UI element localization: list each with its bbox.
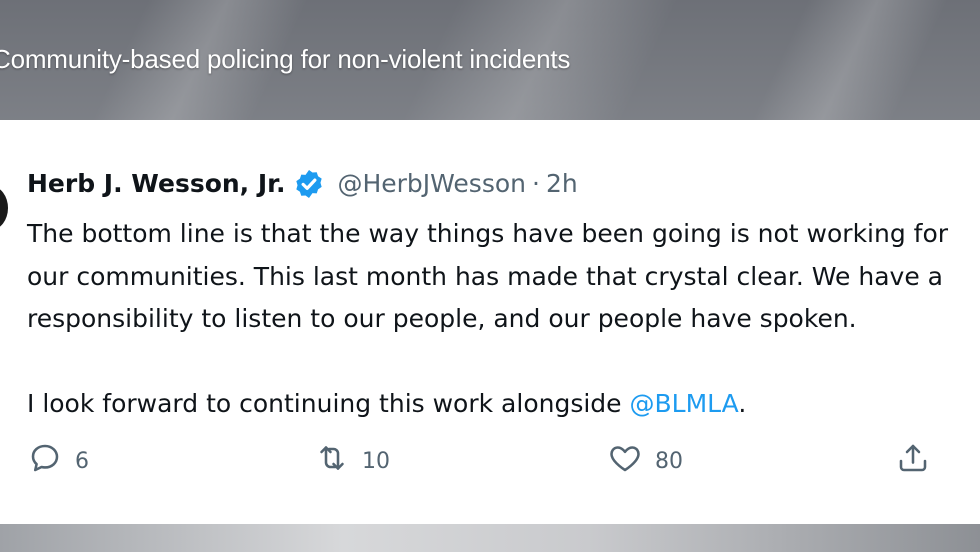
tweet-body: The bottom line is that the way things h… bbox=[27, 213, 980, 426]
tweet-header: Herb J. Wesson, Jr. @HerbJWesson · 2h bbox=[27, 168, 578, 200]
retweet-button[interactable]: 10 bbox=[314, 440, 390, 482]
heart-icon bbox=[607, 440, 643, 482]
tweet-body-spacer bbox=[27, 341, 980, 384]
tweet-body-line: responsibility to listen to our people, … bbox=[27, 304, 857, 333]
share-button[interactable] bbox=[895, 440, 931, 482]
like-count: 80 bbox=[655, 448, 683, 474]
retweet-icon bbox=[314, 440, 350, 482]
tweet-actions: 6 10 80 bbox=[0, 440, 980, 490]
meta-separator: · bbox=[531, 169, 540, 198]
verified-badge-icon bbox=[293, 168, 325, 200]
tweet-body-line: The bottom line is that the way things h… bbox=[27, 219, 949, 248]
tweet-body-line: our communities. This last month has mad… bbox=[27, 261, 943, 291]
closing-punctuation: . bbox=[738, 389, 747, 418]
mention-link[interactable]: @BLMLA bbox=[630, 389, 739, 418]
like-button[interactable]: 80 bbox=[607, 440, 683, 482]
video-headline: Community-based policing for non-violent… bbox=[0, 44, 571, 74]
share-icon bbox=[895, 440, 931, 482]
background-streak bbox=[752, 0, 948, 120]
closing-text: I look forward to continuing this work a… bbox=[27, 389, 630, 418]
tweet-timestamp[interactable]: 2h bbox=[546, 168, 578, 200]
tweet-closing-line: I look forward to continuing this work a… bbox=[27, 383, 980, 426]
reply-icon bbox=[27, 440, 63, 482]
reply-button[interactable]: 6 bbox=[27, 440, 89, 482]
retweet-count: 10 bbox=[362, 448, 390, 474]
user-handle[interactable]: @HerbJWesson bbox=[337, 168, 526, 200]
display-name[interactable]: Herb J. Wesson, Jr. bbox=[27, 168, 285, 200]
reply-count: 6 bbox=[75, 448, 89, 474]
background-bottom bbox=[0, 524, 980, 552]
